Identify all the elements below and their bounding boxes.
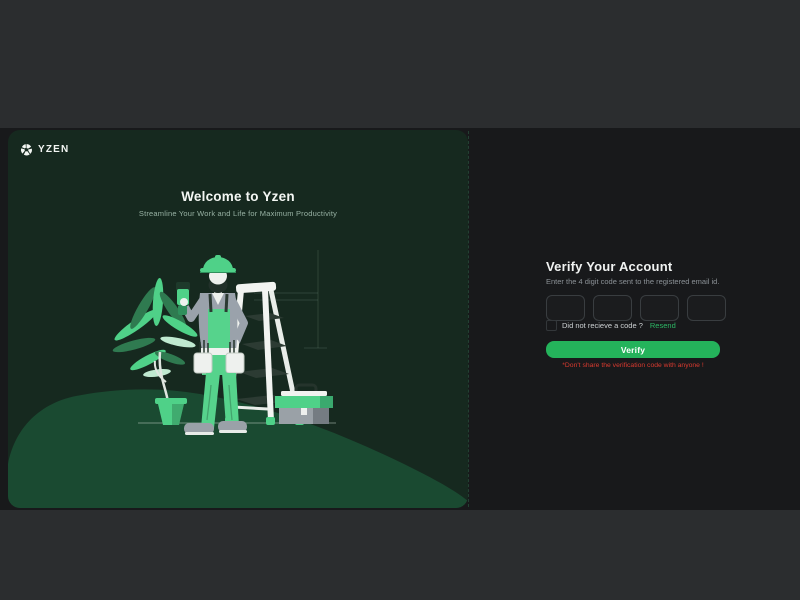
resend-link[interactable]: Resend (650, 321, 676, 330)
verify-button[interactable]: Verify (546, 341, 720, 358)
welcome-heading: Welcome to Yzen (8, 189, 468, 204)
otp-input-4[interactable] (687, 295, 726, 321)
toolbox-icon (275, 385, 333, 424)
verify-title: Verify Your Account (546, 259, 672, 274)
verify-instruction: Enter the 4 digit code sent to the regis… (546, 277, 719, 286)
welcome-subheading: Streamline Your Work and Life for Maximu… (8, 209, 468, 218)
shutter-swirl-icon (20, 143, 33, 156)
brand-logo: YZEN (20, 143, 69, 156)
handyman-illustration (8, 130, 468, 508)
verify-warning: *Don't share the verification code with … (546, 362, 720, 369)
otp-input-2[interactable] (593, 295, 632, 321)
page: { "window": { "page_bg": "#2b2d2f", "str… (0, 0, 800, 600)
welcome-panel: YZEN Welcome to Yzen Streamline Your Wor… (8, 130, 468, 508)
otp-input-1[interactable] (546, 295, 585, 321)
panel-edge-divider (468, 131, 469, 507)
resend-checkbox[interactable] (546, 320, 557, 331)
resend-row: Did not recieve a code ? Resend (546, 320, 676, 331)
brand-name: YZEN (38, 144, 69, 155)
otp-input-group (546, 295, 726, 321)
otp-input-3[interactable] (640, 295, 679, 321)
resend-prompt: Did not recieve a code ? (562, 321, 643, 330)
